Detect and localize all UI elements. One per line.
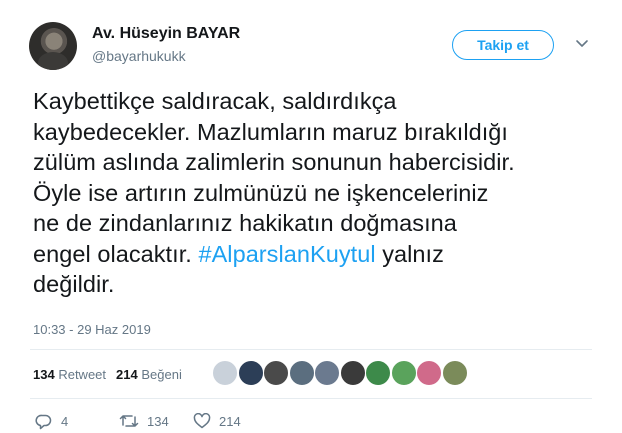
heart-icon [193,413,211,429]
display-name[interactable]: Av. Hüseyin BAYAR [92,25,240,43]
tweet-text-segment: engel olacaktır. [33,240,199,267]
tweet-text: Kaybettikçe saldıracak, saldırdıkça kayb… [33,86,618,300]
liker-avatar[interactable] [314,360,340,386]
liker-avatar[interactable] [339,360,366,386]
divider [30,398,592,399]
avatar[interactable] [29,22,77,70]
tweet-line: engel olacaktır. #AlparslanKuytul yalnız [33,239,618,270]
hashtag-link[interactable]: #AlparslanKuytul [198,241,375,267]
liker-avatar[interactable] [288,360,315,386]
reply-icon [35,414,52,430]
liker-avatar[interactable] [416,360,442,386]
likes-label: Beğeni [141,367,182,382]
retweets-count: 134 [33,367,55,382]
likes-count: 214 [116,367,138,382]
reply-action[interactable]: 4 [35,413,68,430]
liker-avatar[interactable] [237,360,264,386]
retweet-count: 134 [147,413,169,429]
follow-button[interactable]: Takip et [452,30,554,60]
likes-stat[interactable]: 214 Beğeni [116,367,182,382]
tweet-text-segment: yalnız [375,240,444,267]
tweet-line: kaybedecekler. Mazlumların maruz bırakıl… [33,118,509,145]
tweet-line: Öyle ise artırın zulmünüzü ne işkenceler… [33,179,489,206]
retweets-label: Retweet [58,367,107,382]
tweet-stats: 134 Retweet 214 Beğeni [33,367,182,382]
timestamp[interactable]: 10:33 - 29 Haz 2019 [33,322,151,337]
divider [30,349,592,350]
like-count: 214 [219,413,241,429]
tweet-line: değildir. [33,271,115,297]
retweet-action[interactable]: 134 [119,413,169,429]
retweet-icon [119,415,139,427]
liker-avatar[interactable] [263,360,289,386]
tweet-line: ne de zindanlarınız hakikatın doğmasına [33,210,457,236]
like-action[interactable]: 214 [193,413,241,429]
liker-avatar[interactable] [365,360,391,386]
liker-avatar[interactable] [441,360,468,386]
liker-avatar[interactable] [390,360,417,386]
tweet-line: Kaybettikçe saldıracak, saldırdıkça [33,88,397,114]
handle[interactable]: @bayarhukukk [92,48,186,64]
chevron-down-icon[interactable] [575,36,589,50]
tweet-line: zülüm aslında zalimlerin sonunun haberci… [33,149,515,175]
reply-count: 4 [61,414,69,429]
retweets-stat[interactable]: 134 Retweet [33,367,106,382]
liker-avatar[interactable] [212,360,238,386]
